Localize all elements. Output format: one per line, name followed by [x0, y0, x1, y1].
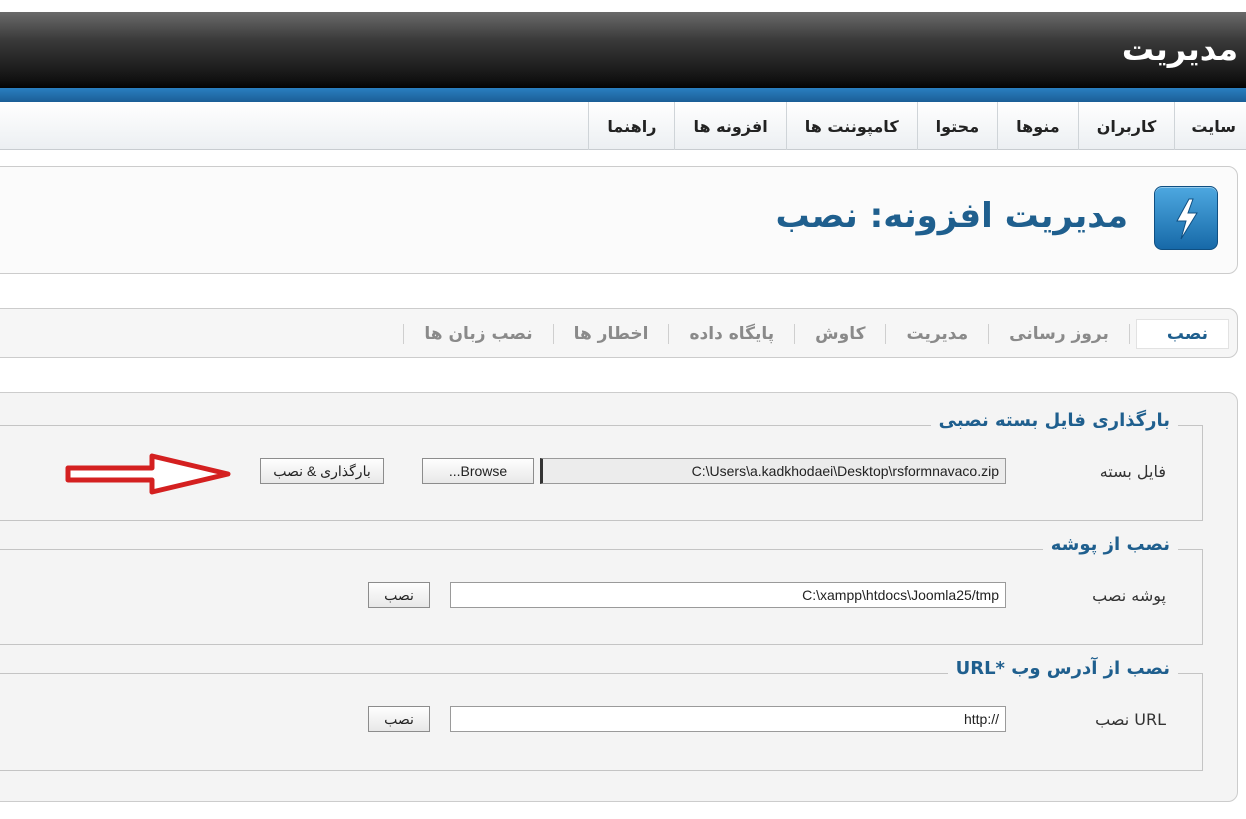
tab-update[interactable]: بروز رسانی	[995, 320, 1123, 348]
install-folder-button[interactable]: نصب	[368, 582, 430, 608]
tab-divider	[794, 324, 796, 344]
tab-divider	[988, 324, 990, 344]
folder-fieldset: نصب از پوشه پوشه نصب C:\xampp\htdocs\Joo…	[0, 534, 1203, 645]
tab-install-languages[interactable]: نصب زبان ها	[410, 320, 546, 348]
tab-divider	[1128, 324, 1130, 344]
main-menu-items: سایت کاربران منوها محتوا کامپوننت ها افز…	[588, 102, 1246, 150]
tab-divider	[552, 324, 554, 344]
red-arrow-annotation	[65, 453, 231, 495]
folder-field-label: پوشه نصب	[1092, 586, 1166, 605]
page-title: مدیریت افزونه: نصب	[775, 196, 1128, 236]
menu-item-extensions[interactable]: افزونه ها	[674, 102, 785, 150]
tab-divider	[403, 324, 405, 344]
tab-warnings[interactable]: اخطار ها	[560, 320, 663, 348]
install-url-button[interactable]: نصب	[368, 706, 430, 732]
browse-button[interactable]: Browse...	[422, 458, 534, 484]
install-url-input[interactable]: http://	[450, 706, 1006, 732]
menu-item-users[interactable]: کاربران	[1077, 102, 1175, 150]
submenu-tabs: نصب بروز رسانی مدیریت کاوش پایگاه داده ا…	[0, 308, 1238, 358]
menu-item-components[interactable]: کامپوننت ها	[785, 102, 917, 150]
submenu-items: نصب بروز رسانی مدیریت کاوش پایگاه داده ا…	[397, 309, 1229, 359]
upload-install-button[interactable]: بارگذاری & نصب	[260, 458, 384, 484]
install-folder-input[interactable]: C:\xampp\htdocs\Joomla25/tmp	[450, 582, 1006, 608]
tab-discover[interactable]: کاوش	[801, 320, 879, 348]
upload-legend: بارگذاری فایل بسته نصبی	[930, 410, 1178, 431]
menu-item-site[interactable]: سایت	[1174, 102, 1246, 150]
upload-field-label: فایل بسته	[1099, 462, 1166, 481]
url-field-label: URL نصب	[1095, 710, 1166, 729]
tab-manage[interactable]: مدیریت	[892, 320, 982, 348]
url-legend: نصب از آدرس وب *URL	[947, 658, 1178, 679]
folder-legend: نصب از پوشه	[1042, 534, 1178, 555]
menu-item-menus[interactable]: منوها	[997, 102, 1078, 150]
tab-divider	[885, 324, 887, 344]
admin-title: مدیریت	[1121, 30, 1238, 68]
header-top-strip	[0, 0, 1246, 12]
tab-divider	[668, 324, 670, 344]
header-accent-bar	[0, 88, 1246, 102]
tab-install[interactable]: نصب	[1135, 319, 1229, 349]
admin-header: مدیریت	[0, 0, 1246, 92]
extension-lightning-icon	[1154, 186, 1218, 250]
menu-item-help[interactable]: راهنما	[588, 102, 674, 150]
url-fieldset: نصب از آدرس وب *URL URL نصب http:// نصب	[0, 658, 1203, 771]
main-menu: سایت کاربران منوها محتوا کامپوننت ها افز…	[0, 102, 1246, 150]
package-file-input[interactable]: C:\Users\a.kadkhodaei\Desktop\rsformnava…	[540, 458, 1006, 484]
menu-item-content[interactable]: محتوا	[916, 102, 997, 150]
tab-database[interactable]: پایگاه داده	[675, 320, 788, 348]
